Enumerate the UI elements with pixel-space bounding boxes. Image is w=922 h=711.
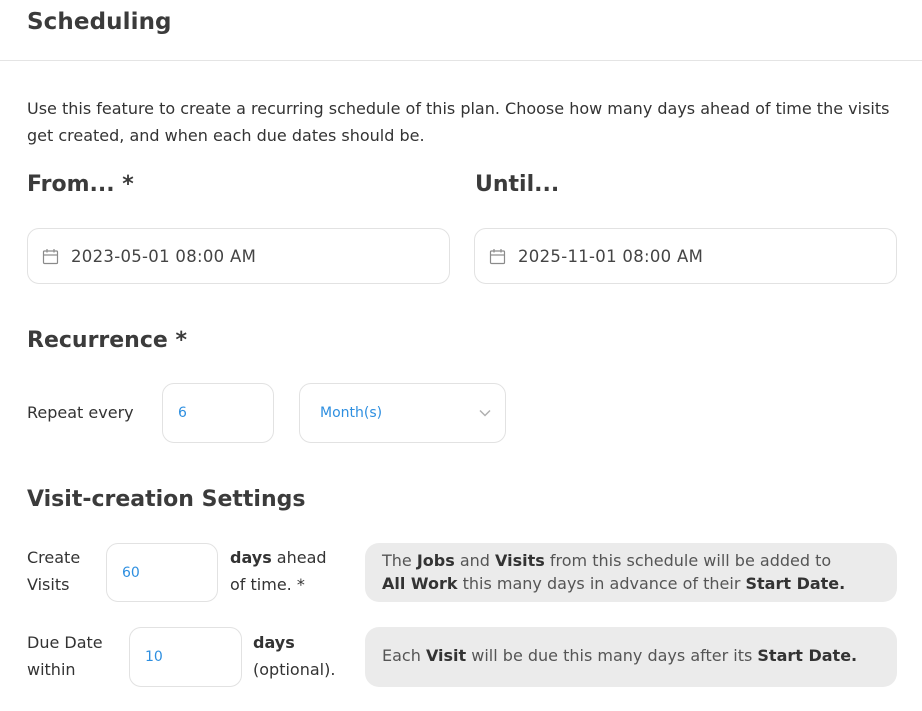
create-visits-label-line1: Create [27,548,81,567]
days-suffix: days [253,633,295,652]
repeat-unit-select[interactable]: Month(s) [299,383,506,443]
hint-bold-visit: Visit [425,646,467,665]
due-date-label-line1: Due Date [27,633,103,652]
from-date-value: 2023-05-01 08:00 AM [71,246,257,266]
due-date-days-input[interactable]: 10 [129,627,242,687]
create-visits-days-input[interactable]: 60 [106,543,218,602]
from-date-field[interactable]: 2023-05-01 08:00 AM [27,228,450,284]
create-visits-label-line2: Visits [27,575,70,594]
hint-text: The [382,551,417,570]
hint-text: this many days in advance of their [457,574,746,593]
hint-text: and [454,551,496,570]
repeat-interval-input[interactable]: 6 [162,383,274,443]
calendar-icon [42,248,59,265]
hint-bold-visits: Visits [495,551,545,570]
hint-text: from this schedule will be added to [544,551,832,570]
create-visits-suffix: days ahead of time. * [230,544,327,598]
page-header: Scheduling [0,0,922,61]
hint-bold-jobs: Jobs [416,551,455,570]
repeat-every-label: Repeat every [27,403,134,422]
repeat-unit-value: Month(s) [320,405,383,421]
due-date-hint: Each Visit will be due this many days af… [365,627,897,687]
days-suffix: days [230,548,272,567]
due-date-label-line2: within [27,660,76,679]
until-date-value: 2025-11-01 08:00 AM [518,246,704,266]
recurrence-heading: Recurrence * [27,328,187,353]
visit-settings-heading: Visit-creation Settings [27,487,306,512]
hint-bold-all-work: All Work [382,574,458,593]
optional-suffix: (optional). [253,660,336,679]
create-visits-hint: The Jobs and Visits from this schedule w… [365,543,897,602]
hint-text: will be due this many days after its [466,646,758,665]
hint-text: Each [382,646,426,665]
of-time-suffix: of time. * [230,575,305,594]
page-title: Scheduling [27,9,172,35]
from-label: From... * [27,172,134,197]
until-date-field[interactable]: 2025-11-01 08:00 AM [474,228,897,284]
hint-bold-start-date: Start Date. [745,574,846,593]
due-date-label: Due Date within [27,629,103,683]
chevron-down-icon [478,406,492,420]
create-visits-label: Create Visits [27,544,80,598]
intro-text: Use this feature to create a recurring s… [27,99,890,145]
hint-bold-start-date: Start Date. [757,646,858,665]
until-label: Until... [475,172,560,197]
ahead-suffix: ahead [271,548,327,567]
due-date-suffix: days (optional). [253,629,335,683]
calendar-icon [489,248,506,265]
